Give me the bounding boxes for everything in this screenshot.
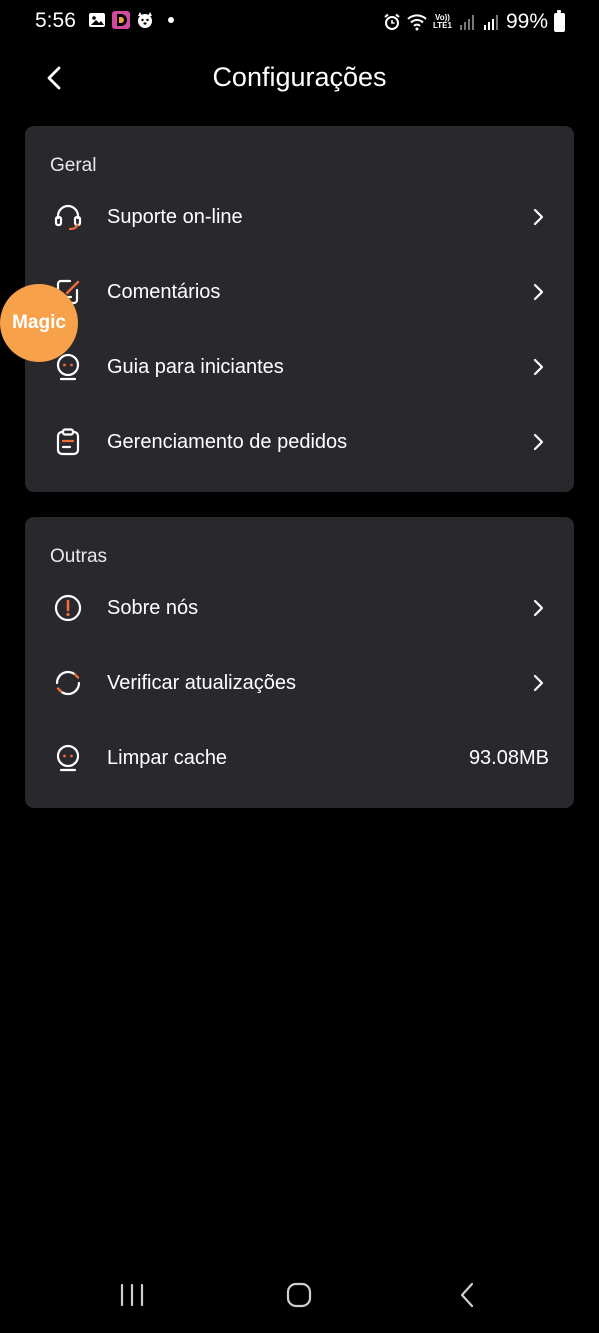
chevron-right-icon bbox=[530, 673, 546, 693]
refresh-icon bbox=[53, 668, 83, 698]
nav-back-button[interactable] bbox=[437, 1273, 497, 1317]
status-bar: 5:56 Vo)) LTE1 99% bbox=[0, 0, 599, 44]
section-title-general: Geral bbox=[50, 155, 97, 176]
system-navigation-bar bbox=[0, 1261, 599, 1333]
clean-cache-icon bbox=[53, 743, 83, 773]
dog-icon bbox=[138, 12, 152, 28]
other-settings-card: Outras Sobre nós Verificar atualizações … bbox=[25, 517, 574, 808]
wifi-icon bbox=[407, 14, 427, 31]
home-icon bbox=[286, 1282, 312, 1308]
menu-item-label: Limpar cache bbox=[107, 746, 228, 769]
clipboard-icon bbox=[53, 427, 83, 457]
menu-item-label: Sobre nós bbox=[107, 596, 199, 619]
menu-item-label: Comentários bbox=[107, 280, 221, 303]
menu-item-label: Guia para iniciantes bbox=[107, 355, 284, 378]
chevron-right-icon bbox=[530, 207, 546, 227]
menu-item-about-us[interactable]: Sobre nós bbox=[25, 573, 574, 643]
recents-button[interactable] bbox=[102, 1273, 162, 1317]
cache-size-value: 93.08MB bbox=[468, 746, 549, 769]
menu-item-feedback[interactable]: Comentários bbox=[25, 257, 574, 327]
battery-icon bbox=[554, 9, 565, 32]
chevron-right-icon bbox=[530, 357, 546, 377]
chevron-right-icon bbox=[530, 598, 546, 618]
menu-item-label: Gerenciamento de pedidos bbox=[107, 430, 348, 453]
notification-icons bbox=[88, 11, 174, 29]
section-title-other: Outras bbox=[50, 546, 108, 567]
volte-icon: Vo)) LTE1 bbox=[433, 13, 452, 30]
headset-icon bbox=[53, 202, 83, 232]
alarm-icon bbox=[384, 13, 400, 30]
menu-item-beginner-guide[interactable]: Guia para iniciantes bbox=[25, 332, 574, 402]
menu-item-order-management[interactable]: Gerenciamento de pedidos bbox=[25, 407, 574, 477]
chevron-right-icon bbox=[530, 282, 546, 302]
menu-item-label: Verificar atualizações bbox=[107, 671, 296, 694]
general-settings-card: Geral Suporte on-line Comentários Guia p… bbox=[25, 126, 574, 492]
menu-item-label: Suporte on-line bbox=[107, 205, 243, 228]
status-time: 5:56 bbox=[35, 9, 76, 32]
system-indicators: Vo)) LTE1 99% bbox=[383, 9, 565, 34]
battery-percent: 99% bbox=[505, 10, 548, 33]
info-alert-icon bbox=[53, 593, 83, 623]
top-app-bar: Configurações bbox=[0, 50, 599, 106]
more-notifications-dot bbox=[168, 17, 174, 23]
menu-item-check-updates[interactable]: Verificar atualizações bbox=[25, 648, 574, 718]
app-d-icon bbox=[112, 11, 130, 29]
menu-item-online-support[interactable]: Suporte on-line bbox=[25, 182, 574, 252]
recents-icon bbox=[120, 1283, 144, 1307]
signal-icon bbox=[483, 15, 498, 30]
page-title: Configurações bbox=[212, 62, 387, 92]
chevron-right-icon bbox=[530, 432, 546, 452]
magic-floating-button[interactable]: Magic bbox=[0, 284, 78, 362]
menu-item-clear-cache[interactable]: Limpar cache 93.08MB bbox=[25, 723, 574, 793]
home-button[interactable] bbox=[269, 1273, 329, 1317]
back-icon bbox=[460, 1282, 474, 1308]
gallery-icon bbox=[89, 13, 105, 27]
signal-icon bbox=[459, 15, 474, 30]
